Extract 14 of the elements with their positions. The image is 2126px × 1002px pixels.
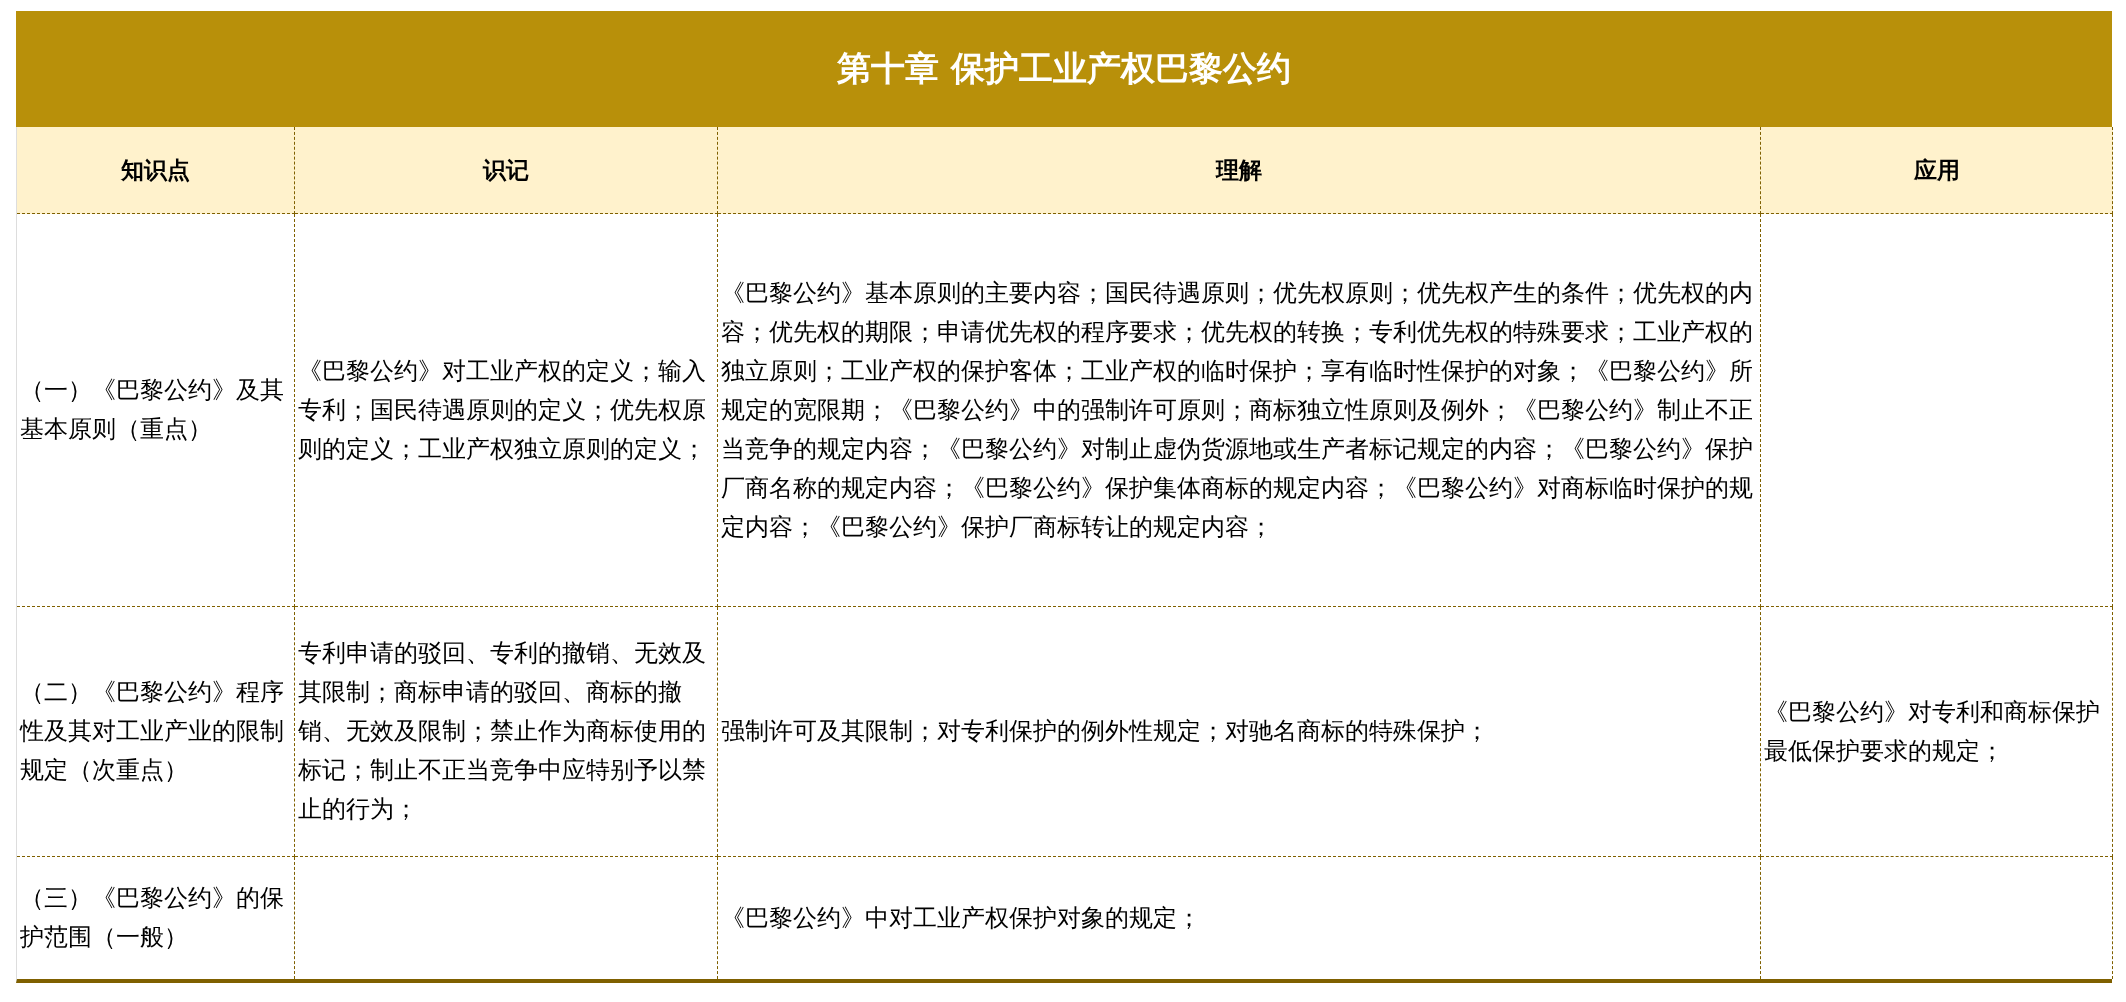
table-cell: 《巴黎公约》基本原则的主要内容；国民待遇原则；优先权原则；优先权产生的条件；优先权的内容；优先权的期限；申请优先权的程序要求；优先权的转换；专利优先权的特殊要求；工业产权的独立原则；工业产权的保护客体；工业产权的临时保护；享有临时性保护的对象；《巴黎公约》所规定的宽限期；《巴黎公约》中的强制许可原则；商标独立性原则及例外；《巴黎公约》制止不正当竞争的规定内容；《巴黎公约》对制止虚伪货源地或生产者标记规定的内容；《巴黎公约》保护厂商名称的规定内容；《巴黎公约》保护集体商标的规定内容；《巴黎公约》对商标临时保护的规定内容；《巴黎公约》保护厂商标转让的规定内容；: [718, 214, 1761, 607]
table-title: 第十章 保护工业产权巴黎公约: [16, 11, 2112, 127]
table-cell: （一）《巴黎公约》及其基本原则（重点）: [17, 214, 295, 607]
table-cell: 《巴黎公约》对专利和商标保护最低保护要求的规定；: [1761, 607, 2113, 857]
table-cell: （二）《巴黎公约》程序性及其对工业产业的限制规定（次重点）: [17, 607, 295, 857]
column-header: 知识点: [17, 127, 295, 214]
column-header: 理解: [718, 127, 1761, 214]
table-cell: 强制许可及其限制；对专利保护的例外性规定；对驰名商标的特殊保护；: [718, 607, 1761, 857]
column-header: 应用: [1761, 127, 2113, 214]
table-cell: （三）《巴黎公约》的保护范围（一般）: [17, 857, 295, 979]
column-header: 识记: [295, 127, 718, 214]
table-cell: 专利申请的驳回、专利的撤销、无效及其限制；商标申请的驳回、商标的撤销、无效及限制；禁止作为商标使用的标记；制止不正当竞争中应特别予以禁止的行为；: [295, 607, 718, 857]
table-cell: 《巴黎公约》对工业产权的定义；输入专利；国民待遇原则的定义；优先权原则的定义；工业产权独立原则的定义；: [295, 214, 718, 607]
table-cell: 《巴黎公约》中对工业产权保护对象的规定；: [718, 857, 1761, 979]
